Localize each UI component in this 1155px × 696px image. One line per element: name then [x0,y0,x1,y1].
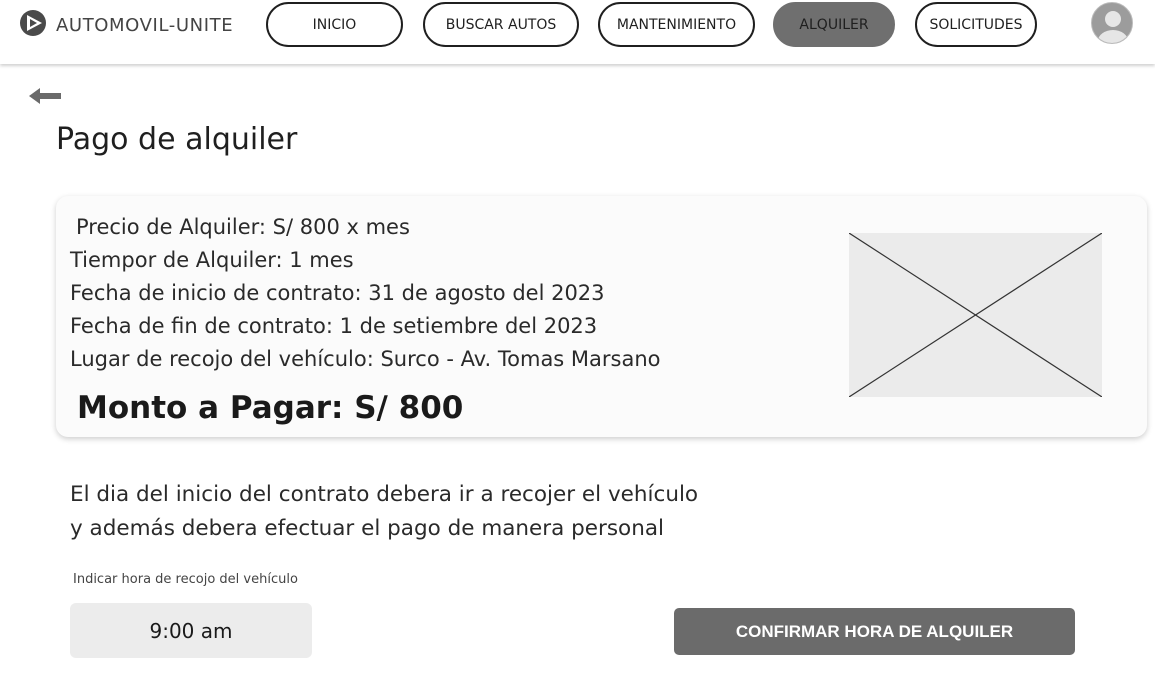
contract-start-date: Fecha de inicio de contrato: 31 de agost… [70,281,605,305]
brand-name: AUTOMOVIL-UNITE [56,15,234,36]
pickup-location: Lugar de recojo del vehículo: Surco - Av… [70,347,661,371]
nav-solicitudes-button[interactable]: SOLICITUDES [915,2,1037,47]
user-avatar-icon[interactable] [1091,2,1133,44]
confirm-rental-time-button[interactable]: CONFIRMAR HORA DE ALQUILER [674,608,1075,655]
rental-duration: Tiempor de Alquiler: 1 mes [70,248,354,272]
rental-price: Precio de Alquiler: S/ 800 x mes [76,215,410,239]
nav-buscar-autos-button[interactable]: BUSCAR AUTOS [423,2,579,47]
notice-line-1: El dia del inicio del contrato debera ir… [70,482,699,507]
contract-end-date: Fecha de fin de contrato: 1 de setiembre… [70,314,598,338]
nav-alquiler-button[interactable]: ALQUILER [773,2,895,47]
arrow-left-icon[interactable] [28,86,62,106]
nav-mantenimiento-button[interactable]: MANTENIMIENTO [598,2,755,47]
pickup-time-label: Indicar hora de recojo del vehículo [73,572,298,587]
amount-due: Monto a Pagar: S/ 800 [77,390,464,426]
nav-inicio-button[interactable]: INICIO [266,2,403,47]
image-placeholder-icon [849,233,1102,397]
top-navigation-bar: AUTOMOVIL-UNITE INICIO BUSCAR AUTOS MANT… [0,0,1155,64]
pickup-notice: El dia del inicio del contrato debera ir… [70,478,698,546]
rental-summary-card: Precio de Alquiler: S/ 800 x mes Tiempor… [56,196,1147,437]
brand[interactable]: AUTOMOVIL-UNITE [18,8,233,43]
play-logo-icon [18,8,48,43]
page-title: Pago de alquiler [56,122,298,157]
pickup-time-input[interactable] [70,603,312,658]
notice-line-2: y además debera efectuar el pago de mane… [70,516,664,541]
